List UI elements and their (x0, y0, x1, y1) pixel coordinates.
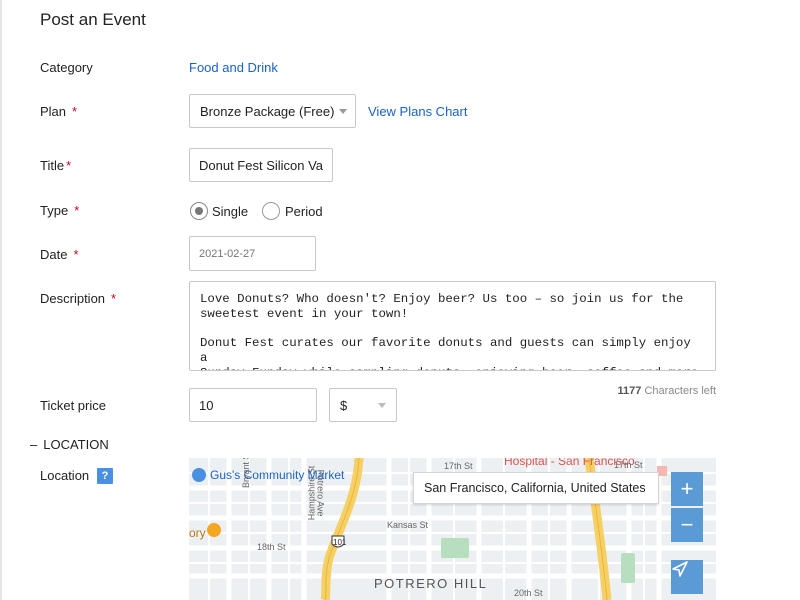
date-label: Date * (40, 247, 79, 262)
map-poi-label: ory (189, 526, 206, 540)
navigation-arrow-icon (672, 561, 688, 577)
location-section-header[interactable]: – LOCATION (30, 437, 109, 452)
required-marker: * (111, 291, 117, 306)
map-street-label: Bryant St (241, 458, 251, 488)
zoom-out-button[interactable]: − (671, 508, 703, 542)
title-input[interactable] (189, 148, 333, 182)
type-period-label: Period (285, 204, 323, 219)
ticket-price-label: Ticket price (40, 398, 106, 413)
my-location-button[interactable] (671, 560, 703, 594)
description-textarea[interactable]: Love Donuts? Who doesn't? Enjoy beer? Us… (189, 281, 716, 371)
plan-label: Plan * (40, 104, 78, 119)
zoom-in-button[interactable]: + (671, 472, 703, 506)
collapse-icon: – (30, 437, 38, 452)
description-label: Description * (40, 291, 117, 306)
type-single-label: Single (212, 204, 249, 219)
category-link[interactable]: Food and Drink (189, 60, 278, 75)
plan-select[interactable]: Bronze Package (Free) (189, 94, 356, 128)
type-label: Type * (40, 203, 80, 218)
map-search-box[interactable]: San Francisco, California, United States (413, 472, 659, 504)
required-marker: * (66, 158, 72, 173)
required-marker: * (72, 104, 78, 119)
chevron-down-icon (339, 109, 347, 114)
required-marker: * (73, 247, 79, 262)
type-period-radio[interactable] (262, 202, 280, 220)
type-single-radio[interactable] (190, 202, 208, 220)
required-marker: * (74, 203, 80, 218)
location-map[interactable]: Gus's Community Market Hospital - San Fr… (189, 458, 716, 600)
currency-selected-value: $ (340, 397, 348, 413)
map-neighborhood-label: POTRERO HILL (374, 576, 488, 591)
map-street-label: 20th St (514, 588, 543, 598)
left-border (0, 0, 2, 600)
map-highway-label: 101 (333, 538, 347, 547)
currency-select[interactable]: $ (329, 388, 397, 422)
map-street-label: 17th St (614, 460, 643, 470)
ticket-price-input[interactable] (189, 388, 317, 422)
map-street-label: Potrero Ave (315, 469, 326, 517)
title-label: Title * (40, 158, 72, 173)
map-street-label: 17th St (444, 461, 473, 471)
map-street-label: 18th St (257, 542, 286, 552)
help-icon[interactable]: ? (97, 468, 113, 484)
plan-selected-value: Bronze Package (Free) (200, 103, 335, 119)
map-street-label: Kansas St (387, 520, 429, 530)
date-input[interactable] (189, 236, 316, 271)
location-label: Location (40, 468, 90, 483)
chevron-down-icon (378, 403, 386, 408)
category-label: Category (40, 60, 93, 75)
characters-left-counter: 1177 Characters left (617, 385, 716, 397)
page-title: Post an Event (40, 10, 146, 29)
view-plans-chart-link[interactable]: View Plans Chart (368, 104, 467, 119)
